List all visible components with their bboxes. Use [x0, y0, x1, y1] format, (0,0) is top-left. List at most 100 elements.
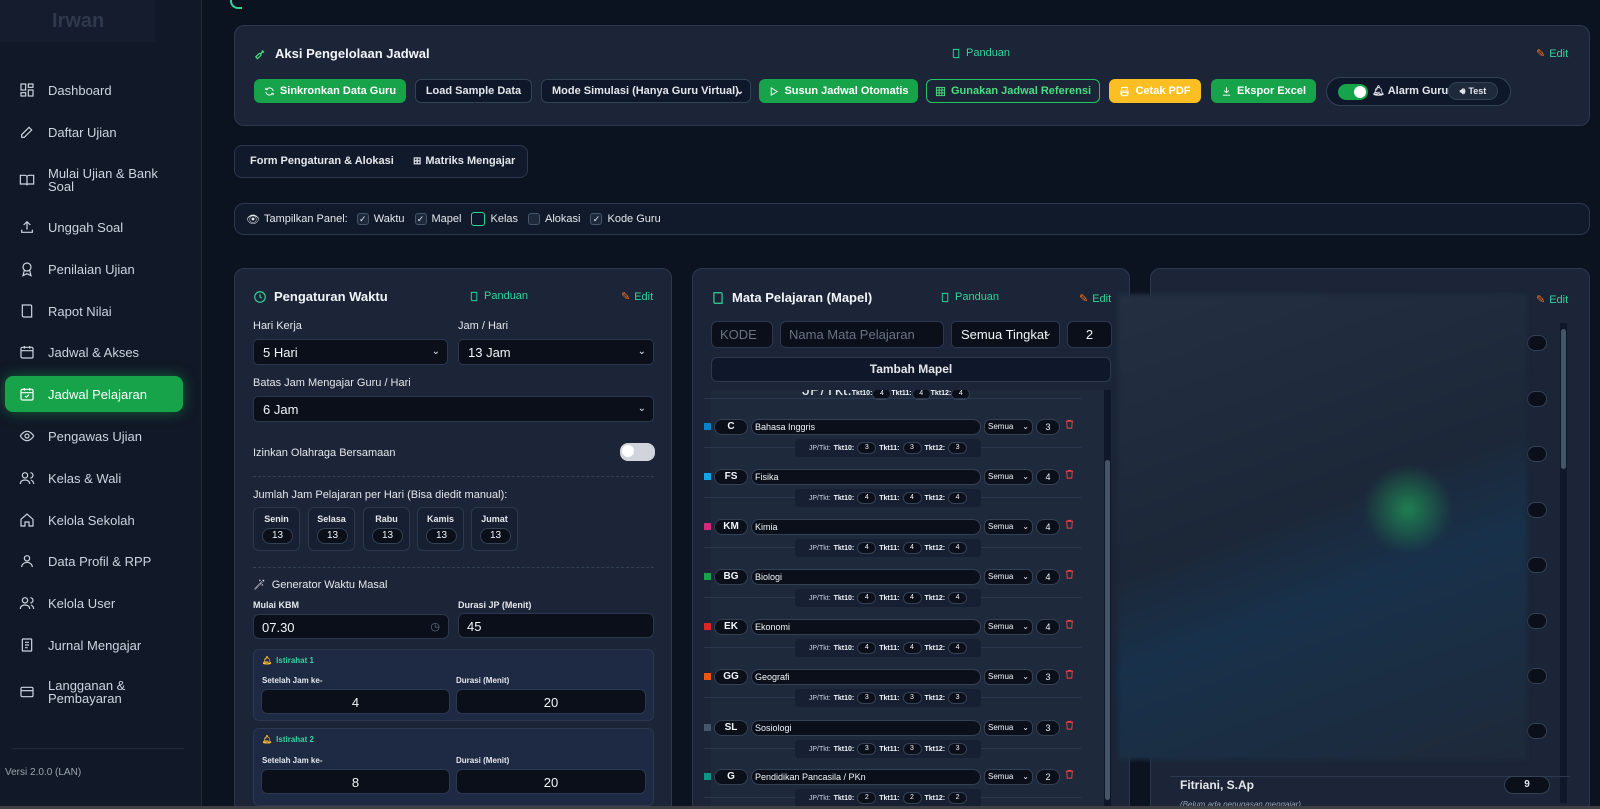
mapel-name-input[interactable]: Kimia — [751, 519, 981, 535]
action-edit-link[interactable]: ✎ Edit — [1536, 47, 1568, 61]
sidebar-item-data-profil[interactable]: Data Profil & RPP — [5, 543, 183, 579]
tkt11-input[interactable]: 2 — [902, 792, 922, 804]
durasi-jp-input[interactable]: 45 — [458, 613, 654, 638]
break-2-after-input[interactable]: 8 — [261, 769, 450, 794]
sidebar-item-mulai-ujian[interactable]: Mulai Ujian & Bank Soal — [5, 160, 183, 200]
toggle-mapel[interactable]: ✓ Mapel — [414, 213, 461, 225]
trash-icon[interactable] — [1064, 467, 1076, 481]
mapel-guide-link[interactable]: Panduan — [940, 291, 999, 303]
mapel-name-input[interactable]: Ekonomi — [751, 619, 981, 635]
batas-select[interactable]: 6 Jam ⌄ — [253, 396, 654, 422]
mapel-name-input[interactable]: Bahasa Inggris — [751, 419, 981, 435]
mapel-jp-input[interactable]: 4 — [1036, 519, 1060, 535]
sidebar-item-pengawas-ujian[interactable]: Pengawas Ujian — [5, 418, 183, 454]
trash-icon[interactable] — [1064, 517, 1076, 531]
break-1-after-input[interactable]: 4 — [261, 689, 450, 714]
mapel-tingkat-select[interactable]: Semua ⌄ — [984, 669, 1033, 685]
auto-schedule-button[interactable]: Susun Jadwal Otomatis — [759, 79, 918, 103]
scrollbar-thumb[interactable] — [1105, 460, 1110, 800]
sidebar-item-daftar-ujian[interactable]: Daftar Ujian — [5, 114, 183, 150]
mapel-tingkat-select[interactable]: Semua ⌄ — [984, 469, 1033, 485]
trash-icon[interactable] — [1064, 667, 1076, 681]
mapel-code-input[interactable]: GG — [714, 669, 748, 685]
sync-guru-button[interactable]: Sinkronkan Data Guru — [254, 79, 406, 103]
waktu-guide-link[interactable]: Panduan — [469, 290, 528, 302]
trash-icon[interactable] — [1064, 767, 1076, 781]
mulai-kbm-input[interactable]: 07.30 ◷ — [253, 614, 449, 639]
sidebar-item-jadwal-pelajaran[interactable]: Jadwal Pelajaran — [5, 376, 183, 412]
nama-mapel-input[interactable]: Nama Mata Pelajaran — [780, 321, 944, 348]
mode-select[interactable]: Mode Simulasi (Hanya Guru Virtual) ⌄ — [541, 79, 751, 103]
mapel-jp-input[interactable]: 3 — [1036, 720, 1060, 736]
load-sample-button[interactable]: Load Sample Data — [415, 79, 532, 103]
sidebar-item-unggah-soal[interactable]: Unggah Soal — [5, 209, 183, 245]
sidebar-item-langganan[interactable]: Langganan & Pembayaran — [5, 672, 183, 712]
toggle-kode-guru[interactable]: ✓ Kode Guru — [590, 213, 661, 225]
mapel-code-input[interactable]: FS — [714, 469, 748, 485]
export-excel-button[interactable]: Ekspor Excel — [1211, 79, 1316, 103]
mapel-tingkat-select[interactable]: Semua ⌄ — [984, 519, 1033, 535]
sidebar-item-rapot-nilai[interactable]: Rapot Nilai — [5, 293, 183, 329]
alarm-test-button[interactable]: 🔊︎ Test — [1448, 82, 1498, 100]
sidebar-item-jurnal-mengajar[interactable]: Jurnal Mengajar — [5, 627, 183, 663]
tkt12-input[interactable]: 2 — [948, 792, 968, 804]
mapel-jp-input[interactable]: 3 — [1036, 419, 1060, 435]
mapel-code-input[interactable]: EK — [714, 619, 748, 635]
sidebar-item-dashboard[interactable]: Dashboard — [5, 72, 183, 108]
sidebar-item-jadwal-akses[interactable]: Jadwal & Akses — [5, 334, 183, 370]
mapel-name-input[interactable]: Geografi — [751, 669, 981, 685]
trash-icon[interactable] — [1064, 417, 1076, 431]
mapel-edit-link[interactable]: ✎ Edit — [1079, 292, 1111, 306]
hari-kerja-select[interactable]: 5 Hari ⌄ — [253, 339, 448, 365]
mapel-tingkat-select[interactable]: Semua ⌄ — [984, 769, 1033, 785]
mapel-code-input[interactable]: C — [714, 419, 748, 435]
tkt10-input[interactable]: 2 — [857, 792, 877, 804]
trash-icon[interactable] — [1064, 567, 1076, 581]
tingkat-select[interactable]: Semua Tingkat ⌄ — [951, 321, 1060, 348]
waktu-edit-link[interactable]: ✎ Edit — [621, 290, 653, 304]
trash-icon[interactable] — [1064, 617, 1076, 631]
tab-form-pengaturan[interactable]: Form Pengaturan & Alokasi — [250, 155, 394, 167]
day-hours-input[interactable]: 13 — [372, 528, 403, 544]
mapel-tingkat-select[interactable]: Semua ⌄ — [984, 419, 1033, 435]
guru-edit-link[interactable]: ✎ Edit — [1536, 293, 1568, 307]
break-1-duration-input[interactable]: 20 — [456, 689, 646, 714]
jp-input[interactable]: 2 — [1067, 321, 1112, 348]
sidebar-item-kelola-sekolah[interactable]: Kelola Sekolah — [5, 502, 183, 538]
sidebar-item-kelola-user[interactable]: Kelola User — [5, 585, 183, 621]
mapel-name-input[interactable]: Pendidikan Pancasila / PKn — [751, 769, 981, 785]
mapel-code-input[interactable]: SL — [714, 720, 748, 736]
mapel-code-input[interactable]: BG — [714, 569, 748, 585]
action-guide-link[interactable]: Panduan — [951, 47, 1010, 59]
toggle-kelas[interactable]: Kelas — [471, 212, 518, 226]
mapel-jp-input[interactable]: 4 — [1036, 469, 1060, 485]
mapel-name-input[interactable]: Biologi — [751, 569, 981, 585]
print-pdf-button[interactable]: Cetak PDF — [1109, 79, 1201, 103]
day-hours-input[interactable]: 13 — [480, 528, 511, 544]
mapel-jp-input[interactable]: 4 — [1036, 619, 1060, 635]
break-2-duration-input[interactable]: 20 — [456, 769, 646, 794]
day-hours-input[interactable]: 13 — [426, 528, 457, 544]
olahraga-toggle[interactable] — [620, 443, 655, 461]
day-hours-input[interactable]: 13 — [262, 528, 293, 544]
mapel-name-input[interactable]: Sosiologi — [751, 720, 981, 736]
jam-hari-select[interactable]: 13 Jam ⌄ — [458, 339, 654, 365]
toggle-alokasi[interactable]: Alokasi — [528, 213, 580, 225]
mapel-tingkat-select[interactable]: Semua ⌄ — [984, 569, 1033, 585]
mapel-code-input[interactable]: G — [714, 769, 748, 785]
sidebar-item-penilaian-ujian[interactable]: Penilaian Ujian — [5, 251, 183, 287]
mapel-tingkat-select[interactable]: Semua ⌄ — [984, 619, 1033, 635]
toggle-waktu[interactable]: ✓ Waktu — [356, 213, 405, 225]
day-hours-input[interactable]: 13 — [317, 528, 348, 544]
trash-icon[interactable] — [1064, 718, 1076, 732]
mapel-jp-input[interactable]: 2 — [1036, 769, 1060, 785]
add-mapel-button[interactable]: Tambah Mapel — [711, 357, 1111, 382]
scrollbar-thumb[interactable] — [1561, 329, 1566, 469]
mapel-jp-input[interactable]: 3 — [1036, 669, 1060, 685]
tab-matriks-mengajar[interactable]: ⊞ Matriks Mengajar — [413, 155, 515, 167]
guru-scrollbar[interactable] — [1560, 323, 1567, 803]
reference-schedule-button[interactable]: Gunakan Jadwal Referensi — [926, 79, 1100, 103]
mapel-scrollbar[interactable] — [1104, 390, 1111, 809]
alarm-toggle[interactable] — [1338, 84, 1368, 100]
sidebar-item-kelas-wali[interactable]: Kelas & Wali — [5, 460, 183, 496]
